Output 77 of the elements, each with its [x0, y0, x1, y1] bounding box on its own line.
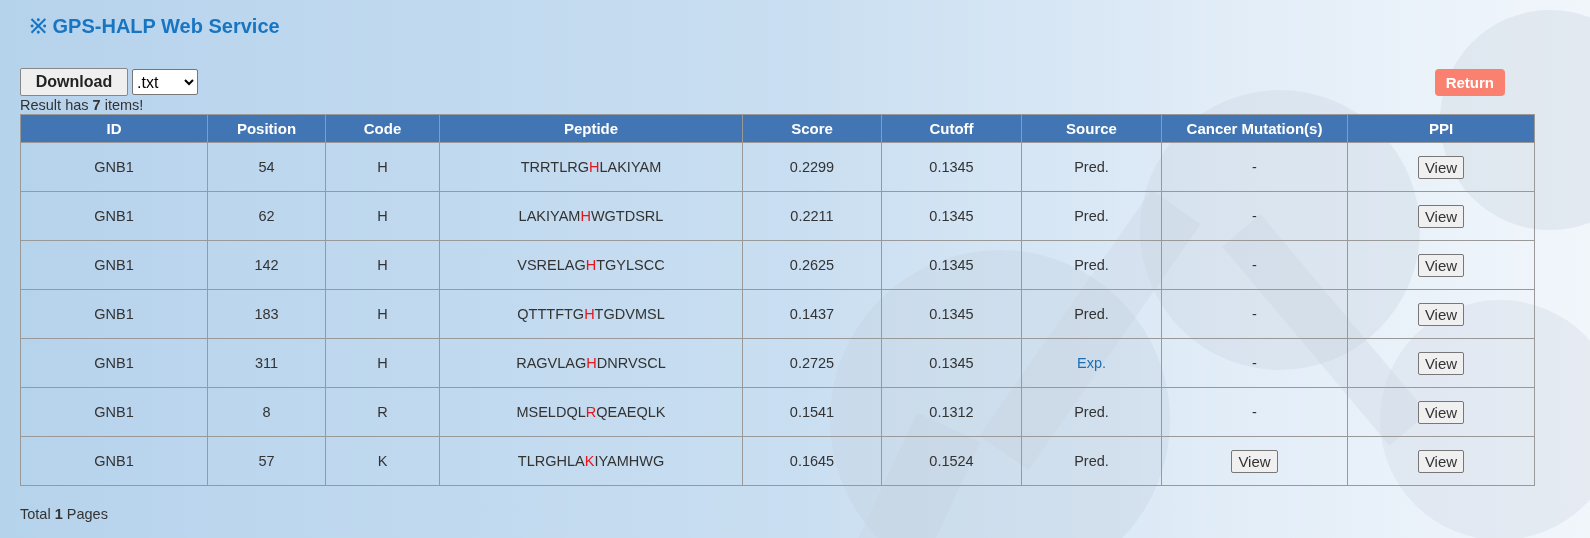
table-cell: GNB1 [94, 404, 134, 420]
table-cell: 0.1345 [929, 208, 974, 224]
peptide-sequence: LAKIYAMHWGTDSRL [518, 208, 664, 224]
format-dropdown[interactable]: .txt [132, 69, 198, 95]
table-cell: Pred. [1074, 404, 1109, 420]
column-header: Code [325, 114, 440, 143]
table-cell: Pred. [1074, 159, 1109, 175]
table-cell: 0.2725 [789, 355, 835, 371]
table-cell: 0.2299 [789, 159, 835, 175]
table-cell: H [377, 306, 388, 322]
view-button[interactable]: View [1417, 253, 1465, 277]
view-button[interactable]: View [1231, 449, 1278, 473]
result-summary: Result has 7 items! [20, 96, 144, 114]
table-cell: 0.1345 [929, 355, 974, 371]
column-header: Cutoff [881, 114, 1022, 143]
table-cell: H [377, 159, 388, 175]
view-button[interactable]: View [1417, 155, 1465, 179]
table-cell: R [377, 404, 388, 420]
table-cell: 8 [262, 404, 271, 420]
table-cell: 0.2625 [789, 257, 835, 273]
table-cell: 311 [254, 355, 279, 371]
view-button[interactable]: View [1417, 204, 1465, 228]
view-button[interactable]: View [1417, 351, 1465, 375]
table-cell: - [1252, 355, 1257, 371]
table-cell: 0.2211 [790, 208, 834, 224]
table-cell: Pred. [1074, 208, 1109, 224]
table-cell: 142 [254, 257, 279, 273]
column-header: Position [207, 114, 326, 143]
table-cell: - [1252, 257, 1257, 273]
table-cell: - [1252, 159, 1257, 175]
pagination-summary: Total 1 Pages [20, 506, 108, 522]
peptide-sequence: MSELDQLRQEAEQLK [516, 404, 666, 420]
table-cell: - [1252, 306, 1257, 322]
table-cell: GNB1 [94, 208, 134, 224]
view-button[interactable]: View [1417, 400, 1465, 424]
table-cell: GNB1 [94, 159, 134, 175]
download-button[interactable]: Download [20, 68, 128, 96]
peptide-sequence: TRRTLRGHLAKIYAM [520, 159, 662, 175]
table-cell: K [377, 453, 388, 469]
table-cell: 0.1541 [789, 404, 835, 420]
table-cell: GNB1 [94, 453, 134, 469]
view-button[interactable]: View [1417, 302, 1465, 326]
table-cell: H [377, 355, 388, 371]
table-cell: 0.1437 [789, 306, 835, 322]
column-header: Cancer Mutation(s) [1161, 114, 1348, 143]
view-button[interactable]: View [1417, 449, 1465, 473]
table-cell: GNB1 [94, 306, 134, 322]
table-cell: 0.1312 [929, 404, 974, 420]
table-cell: 54 [258, 159, 275, 175]
table-cell: Pred. [1074, 453, 1109, 469]
table-cell: Pred. [1074, 257, 1109, 273]
table-cell: H [377, 208, 388, 224]
table-cell: 0.1645 [789, 453, 835, 469]
column-header: PPI [1347, 114, 1535, 143]
column-header: Peptide [439, 114, 743, 143]
column-header: Source [1021, 114, 1162, 143]
peptide-sequence: VSRELAGHTGYLSCC [517, 257, 665, 273]
peptide-sequence: QTTTFTGHTGDVMSL [517, 306, 665, 322]
peptide-sequence: RAGVLAGHDNRVSCL [516, 355, 666, 371]
table-cell: 62 [258, 208, 275, 224]
table-cell: Pred. [1074, 306, 1109, 322]
peptide-sequence: TLRGHLAKIYAMHWG [517, 453, 665, 469]
table-cell: GNB1 [94, 257, 134, 273]
column-header: ID [20, 114, 208, 143]
table-cell: GNB1 [94, 355, 134, 371]
table-cell: 183 [254, 306, 279, 322]
table-cell: - [1252, 404, 1257, 420]
column-header: Score [742, 114, 882, 143]
table-cell: 0.1345 [929, 159, 974, 175]
page-title: ※ GPS-HALP Web Service [30, 14, 280, 39]
table-cell: 0.1345 [929, 257, 974, 273]
table-cell: - [1252, 208, 1257, 224]
table-cell: H [377, 257, 388, 273]
table-cell: 0.1524 [929, 453, 974, 469]
source-link[interactable]: Exp. [1077, 355, 1106, 371]
table-cell: 57 [258, 453, 275, 469]
table-cell: 0.1345 [929, 306, 974, 322]
